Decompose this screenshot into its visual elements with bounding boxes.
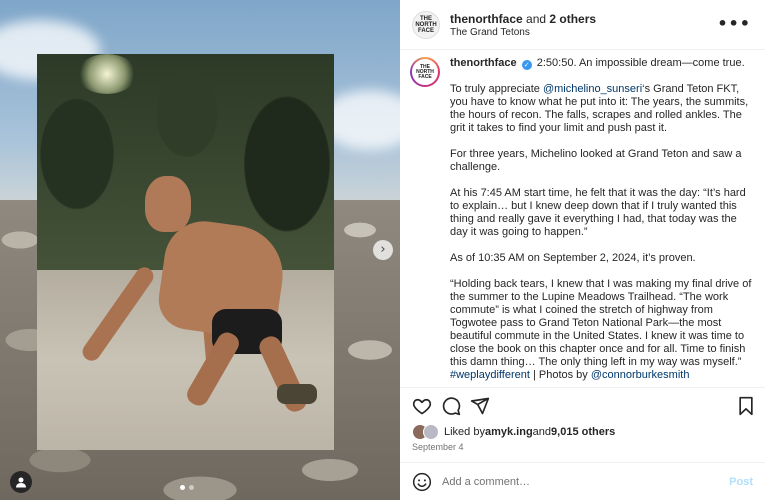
- more-options-button[interactable]: •••: [717, 14, 751, 33]
- carousel-dot: [189, 485, 194, 490]
- verified-badge-icon: ✓: [521, 60, 532, 70]
- likes-count-link[interactable]: 9,015 others: [551, 426, 615, 438]
- caption-paragraph: To truly appreciate @michelino_sunseri‘s…: [450, 83, 753, 135]
- user-tag-icon: [16, 477, 26, 488]
- author-avatar[interactable]: THE NORTH FACE: [412, 10, 440, 39]
- caption-paragraph: As of 10:35 AM on September 2, 2024, it’…: [450, 252, 696, 264]
- emoji-icon[interactable]: [412, 472, 432, 492]
- avatar-logo-text: THE NORTH FACE: [412, 59, 438, 85]
- liker-avatars: [412, 424, 440, 440]
- post-location[interactable]: The Grand Tetons: [450, 27, 596, 38]
- coauthors-link[interactable]: 2 others: [549, 12, 596, 26]
- caption-author-avatar[interactable]: THE NORTH FACE: [410, 57, 440, 87]
- runner-head: [145, 176, 191, 232]
- carousel-indicator: [180, 485, 194, 490]
- avatar: [423, 424, 439, 440]
- share-icon[interactable]: [470, 396, 490, 416]
- likes-summary: Liked by amyk.ing and 9,015 others: [412, 424, 615, 440]
- photo-sun-glare: [77, 54, 137, 94]
- bookmark-icon[interactable]: [736, 396, 756, 416]
- post-media-panel: ›: [0, 0, 400, 500]
- runner-shoe: [277, 384, 317, 404]
- comment-icon[interactable]: [441, 396, 461, 416]
- avatar-logo-text: THE NORTH FACE: [415, 15, 437, 34]
- heart-icon[interactable]: [412, 396, 432, 416]
- photographer-link[interactable]: @connorburkesmith: [591, 369, 690, 381]
- caption-username[interactable]: thenorthface: [450, 57, 517, 69]
- likes-connector: and: [532, 426, 552, 438]
- post-side-panel: THE NORTH FACE thenorthface and 2 others…: [400, 0, 765, 500]
- post-comment-button[interactable]: Post: [729, 476, 753, 488]
- caption-text: To truly appreciate: [450, 83, 543, 95]
- comment-input[interactable]: [442, 475, 722, 488]
- post-actions-bar: [400, 387, 765, 421]
- liker-username[interactable]: amyk.ing: [485, 426, 533, 438]
- caption-text: “Holding back tears, I knew that I was m…: [450, 278, 752, 368]
- caption-line: 2:50:50. An impossible dream—come true.: [536, 57, 745, 69]
- post-caption: thenorthface ✓ 2:50:50. An impossible dr…: [450, 57, 753, 382]
- authors-connector: and: [522, 11, 550, 26]
- add-comment-bar: Post: [400, 462, 765, 500]
- chevron-right-icon: ›: [380, 242, 386, 257]
- tagged-users-button[interactable]: [10, 471, 32, 493]
- post-date[interactable]: September 4: [412, 442, 464, 452]
- photos-by-text: | Photos by: [529, 369, 591, 381]
- caption-scroll-area[interactable]: THE NORTH FACE thenorthface ✓ 2:50:50. A…: [400, 51, 765, 385]
- liked-by-prefix: Liked by: [444, 426, 485, 438]
- post-authors: thenorthface and 2 others: [450, 12, 596, 27]
- carousel-next-button[interactable]: ›: [373, 240, 393, 260]
- carousel-dot: [180, 485, 185, 490]
- caption-paragraph: “Holding back tears, I knew that I was m…: [450, 278, 753, 382]
- caption-paragraph: At his 7:45 AM start time, he felt that …: [450, 187, 746, 238]
- caption-paragraph: For three years, Michelino looked at Gra…: [450, 148, 742, 173]
- caption-row: THE NORTH FACE thenorthface ✓ 2:50:50. A…: [410, 57, 753, 382]
- mention-link[interactable]: @michelino_sunseri: [543, 83, 642, 95]
- hashtag-link[interactable]: #weplaydifferent: [450, 369, 530, 381]
- post-photo[interactable]: [37, 54, 334, 450]
- post-header: THE NORTH FACE thenorthface and 2 others…: [400, 0, 765, 50]
- author-username[interactable]: thenorthface: [450, 12, 523, 26]
